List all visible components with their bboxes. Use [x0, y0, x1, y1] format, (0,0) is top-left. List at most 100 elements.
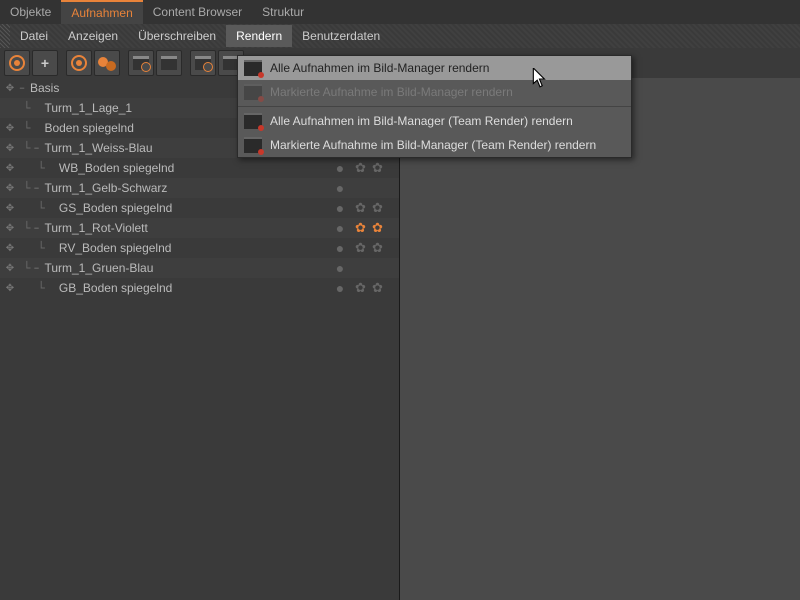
visibility-dot[interactable]: ● — [331, 280, 349, 296]
separator — [238, 106, 631, 107]
tree-indent: └ — [16, 241, 45, 255]
grip-icon[interactable] — [0, 24, 10, 48]
tool-clap-3[interactable] — [190, 50, 216, 76]
render-icon — [244, 137, 262, 153]
visibility-dot[interactable]: ● — [331, 220, 349, 236]
row-name[interactable]: GS_Boden spiegelnd — [57, 201, 331, 215]
row-name[interactable]: GB_Boden spiegelnd — [57, 281, 331, 295]
menu-bar: Datei Anzeigen Überschreiben Rendern Ben… — [0, 24, 800, 48]
visibility-dot[interactable]: ● — [331, 240, 349, 256]
menu-anzeigen[interactable]: Anzeigen — [58, 25, 128, 47]
override-gear-icon[interactable] — [355, 221, 369, 235]
row-handle-icon[interactable]: ✥ — [4, 243, 16, 254]
tree-indent: └ — [16, 161, 45, 175]
tree-row[interactable]: ✥ └−Turm_1_Rot-Violett● — [0, 218, 399, 238]
clapper-icon — [195, 56, 211, 70]
row-icons — [349, 201, 399, 215]
override-gear-icon[interactable] — [372, 281, 386, 295]
override-gear-icon[interactable] — [355, 161, 369, 175]
collapse-toggle[interactable]: − — [30, 223, 42, 233]
row-handle-icon[interactable]: ✥ — [4, 123, 16, 134]
row-icons — [349, 161, 399, 175]
tree-row[interactable]: ✥ └−Turm_1_Gelb-Schwarz● — [0, 178, 399, 198]
plus-icon: + — [41, 55, 49, 71]
tool-clap-1[interactable] — [128, 50, 154, 76]
menu-rendern[interactable]: Rendern — [226, 25, 292, 47]
row-name[interactable]: WB_Boden spiegelnd — [57, 161, 331, 175]
tree-indent: └ — [16, 201, 45, 215]
row-name[interactable]: Turm_1_Gruen-Blau — [42, 261, 331, 275]
dd-label: Alle Aufnahmen im Bild-Manager rendern — [270, 61, 489, 75]
row-icons — [349, 281, 399, 295]
tab-struktur[interactable]: Struktur — [252, 0, 314, 24]
tree-indent: └ — [16, 121, 30, 135]
override-gear-icon[interactable] — [372, 241, 386, 255]
menu-datei[interactable]: Datei — [10, 25, 58, 47]
row-handle-icon[interactable]: ✥ — [4, 163, 16, 174]
dd-render-marked: Markierte Aufnahme im Bild-Manager rende… — [238, 80, 631, 104]
dd-label: Alle Aufnahmen im Bild-Manager (Team Ren… — [270, 114, 573, 128]
row-handle-icon[interactable]: ✥ — [4, 223, 16, 234]
collapse-toggle[interactable]: − — [16, 83, 28, 93]
spheres-icon — [98, 55, 116, 71]
tree-indent: └ — [16, 261, 30, 275]
render-icon — [244, 113, 262, 129]
row-icons — [349, 221, 399, 235]
collapse-toggle[interactable]: − — [30, 143, 42, 153]
override-gear-icon[interactable] — [372, 161, 386, 175]
clapper-icon — [133, 56, 149, 70]
visibility-dot[interactable]: ● — [331, 260, 349, 276]
tab-content-browser[interactable]: Content Browser — [143, 0, 252, 24]
row-handle-icon[interactable]: ✥ — [4, 283, 16, 294]
tree-row[interactable]: ✥ └ RV_Boden spiegelnd● — [0, 238, 399, 258]
render-dropdown: Alle Aufnahmen im Bild-Manager rendern M… — [237, 55, 632, 158]
collapse-toggle[interactable]: − — [30, 263, 42, 273]
menu-ueberschreiben[interactable]: Überschreiben — [128, 25, 226, 47]
row-name[interactable]: Turm_1_Gelb-Schwarz — [42, 181, 331, 195]
tree-indent: └ — [16, 141, 30, 155]
dd-label: Markierte Aufnahme im Bild-Manager (Team… — [270, 138, 596, 152]
visibility-dot[interactable]: ● — [331, 200, 349, 216]
tree-row[interactable]: ✥ └ WB_Boden spiegelnd● — [0, 158, 399, 178]
top-tabs: Objekte Aufnahmen Content Browser Strukt… — [0, 0, 800, 24]
menu-benutzerdaten[interactable]: Benutzerdaten — [292, 25, 390, 47]
tree-row[interactable]: ✥ └ GS_Boden spiegelnd● — [0, 198, 399, 218]
tree-indent: └ — [16, 101, 30, 115]
tool-clap-2[interactable] — [156, 50, 182, 76]
row-name[interactable]: Turm_1_Rot-Violett — [42, 221, 331, 235]
dd-render-marked-team[interactable]: Markierte Aufnahme im Bild-Manager (Team… — [238, 133, 631, 157]
dd-label: Markierte Aufnahme im Bild-Manager rende… — [270, 85, 513, 99]
row-handle-icon[interactable]: ✥ — [4, 183, 16, 194]
tool-target[interactable] — [66, 50, 92, 76]
row-handle-icon[interactable]: ✥ — [4, 83, 16, 94]
tree-indent: └ — [16, 221, 30, 235]
clapper-icon — [161, 56, 177, 70]
override-gear-icon[interactable] — [355, 241, 369, 255]
tool-spheres[interactable] — [94, 50, 120, 76]
tab-aufnahmen[interactable]: Aufnahmen — [61, 0, 142, 24]
row-handle-icon[interactable]: ✥ — [4, 143, 16, 154]
tool-add-take[interactable] — [4, 50, 30, 76]
render-icon — [244, 60, 262, 76]
row-handle-icon[interactable]: ✥ — [4, 263, 16, 274]
target-icon — [71, 55, 87, 71]
tree-indent: └ — [16, 181, 30, 195]
tree-row[interactable]: ✥ └ GB_Boden spiegelnd● — [0, 278, 399, 298]
tab-objekte[interactable]: Objekte — [0, 0, 61, 24]
dd-render-all-team[interactable]: Alle Aufnahmen im Bild-Manager (Team Ren… — [238, 109, 631, 133]
visibility-dot[interactable]: ● — [331, 180, 349, 196]
take-icon — [9, 55, 25, 71]
row-icons — [349, 241, 399, 255]
override-gear-icon[interactable] — [355, 281, 369, 295]
tree-indent: └ — [16, 281, 45, 295]
tool-add-plus[interactable]: + — [32, 50, 58, 76]
dd-render-all[interactable]: Alle Aufnahmen im Bild-Manager rendern — [238, 56, 631, 80]
collapse-toggle[interactable]: − — [30, 183, 42, 193]
override-gear-icon[interactable] — [372, 221, 386, 235]
override-gear-icon[interactable] — [355, 201, 369, 215]
row-name[interactable]: RV_Boden spiegelnd — [57, 241, 331, 255]
row-handle-icon[interactable]: ✥ — [4, 203, 16, 214]
tree-row[interactable]: ✥ └−Turm_1_Gruen-Blau● — [0, 258, 399, 278]
visibility-dot[interactable]: ● — [331, 160, 349, 176]
override-gear-icon[interactable] — [372, 201, 386, 215]
